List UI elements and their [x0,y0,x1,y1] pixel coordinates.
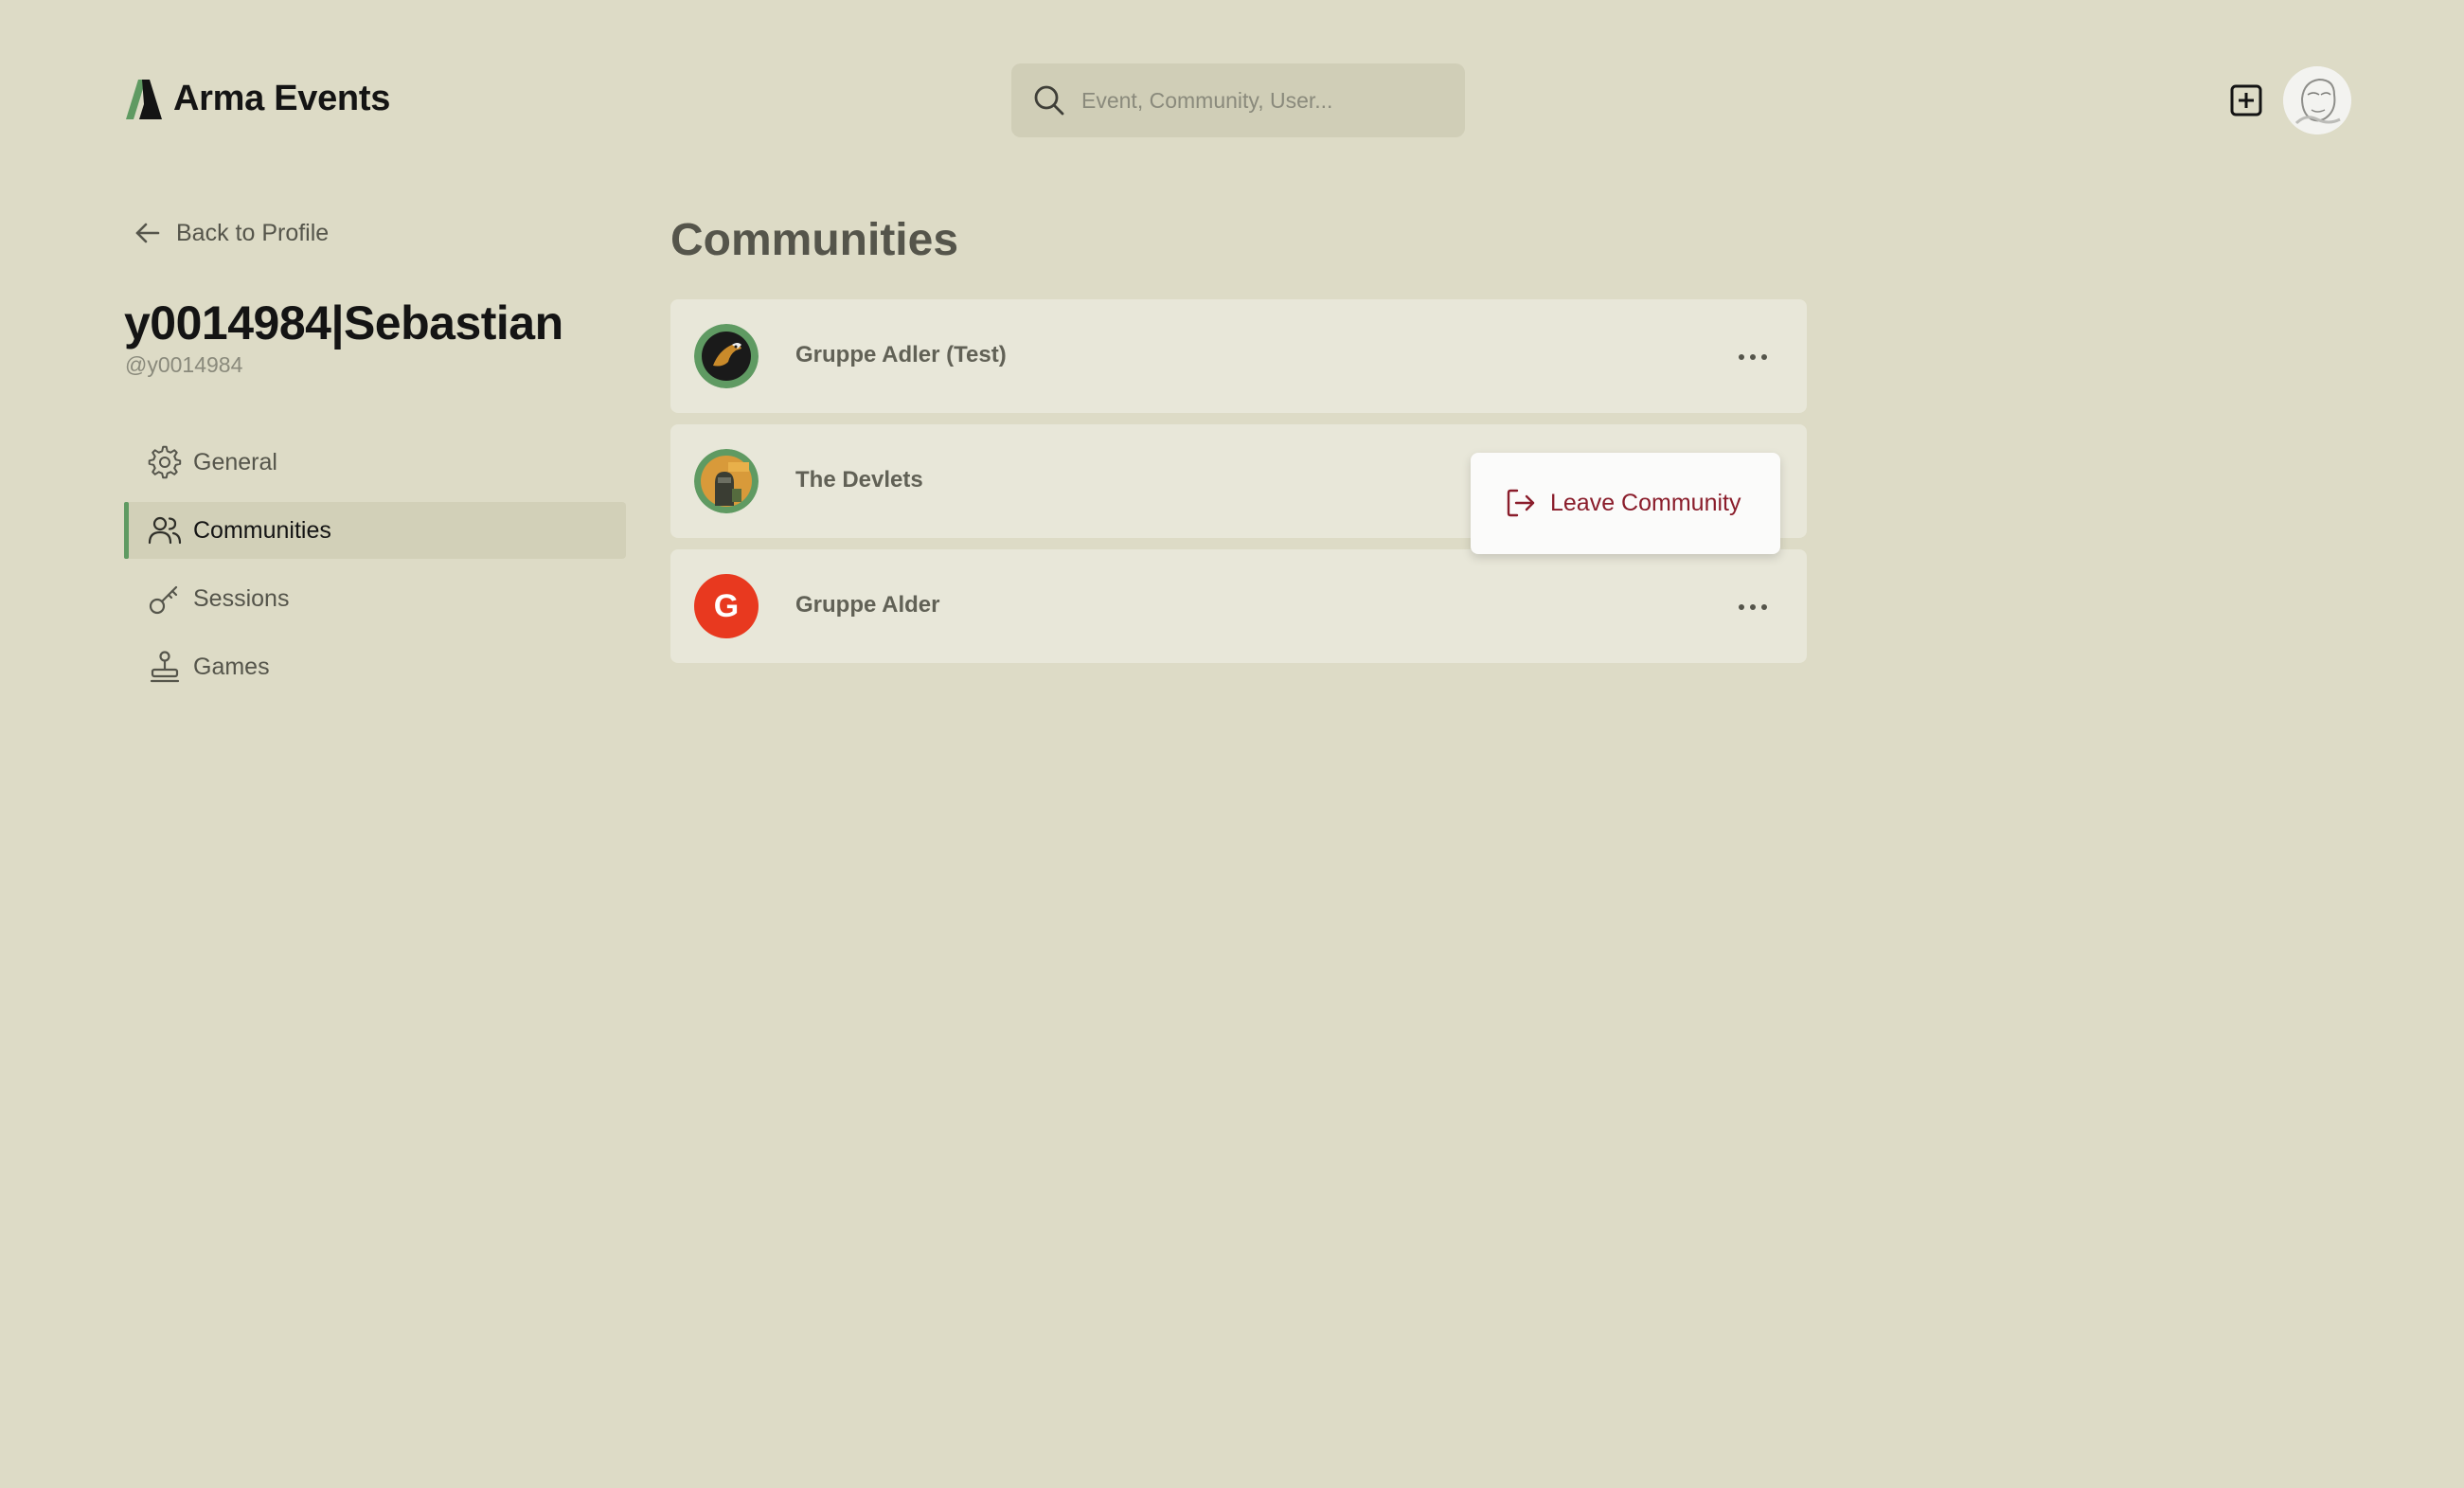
search-bar[interactable] [1011,63,1465,137]
brand[interactable]: Arma Events [126,79,390,119]
dot [1750,354,1756,360]
dot [1739,354,1744,360]
nav-item-label: Sessions [193,584,290,612]
dot [1739,604,1744,610]
settings-nav: General Communities Sessions Games [124,434,626,707]
leave-community-button[interactable]: Leave Community [1471,453,1780,554]
page-title: Communities [670,215,959,265]
back-label: Back to Profile [176,219,330,246]
back-to-profile-link[interactable]: Back to Profile [133,218,329,248]
community-avatar [694,449,759,513]
logout-icon [1507,489,1535,517]
user-display-name: y0014984|Sebastian [124,296,563,350]
add-event-button[interactable] [2229,83,2263,117]
community-card[interactable]: Gruppe Adler (Test) [670,299,1807,413]
brand-name: Arma Events [173,79,391,118]
users-icon [148,516,182,545]
arma-logo-icon [126,79,162,119]
nav-item-label: Communities [193,516,331,544]
key-icon [149,585,178,615]
search-icon [1034,85,1064,116]
eagle-logo-icon [694,324,759,388]
leave-community-label: Leave Community [1550,490,1741,516]
nav-item-sessions[interactable]: Sessions [124,570,626,627]
devlets-logo-icon [694,449,759,513]
nav-item-label: General [193,448,277,475]
community-name: Gruppe Alder [795,592,940,618]
community-card[interactable]: G Gruppe Alder [670,549,1807,663]
user-handle: @y0014984 [125,352,243,377]
community-avatar [694,324,759,388]
community-avatar: G [694,574,759,638]
avatar-letter: G [713,587,740,624]
user-avatar-image [2283,66,2351,134]
dot [1761,604,1767,610]
dot [1750,604,1756,610]
dot [1761,354,1767,360]
top-bar: Arma Events [0,0,2464,199]
nav-item-label: Games [193,653,270,680]
nav-item-games[interactable]: Games [124,638,626,695]
joystick-icon [150,651,180,683]
more-options-button[interactable] [1733,342,1773,370]
community-name: Gruppe Adler (Test) [795,342,1007,368]
community-name: The Devlets [795,467,923,493]
community-options-menu: Leave Community [1471,453,1780,554]
more-options-button[interactable] [1733,592,1773,620]
arrow-left-icon [135,223,160,243]
search-input[interactable] [1081,63,1451,137]
nav-item-communities[interactable]: Communities [124,502,626,559]
gear-icon [148,445,182,479]
user-avatar[interactable] [2283,66,2351,134]
nav-item-general[interactable]: General [124,434,626,491]
